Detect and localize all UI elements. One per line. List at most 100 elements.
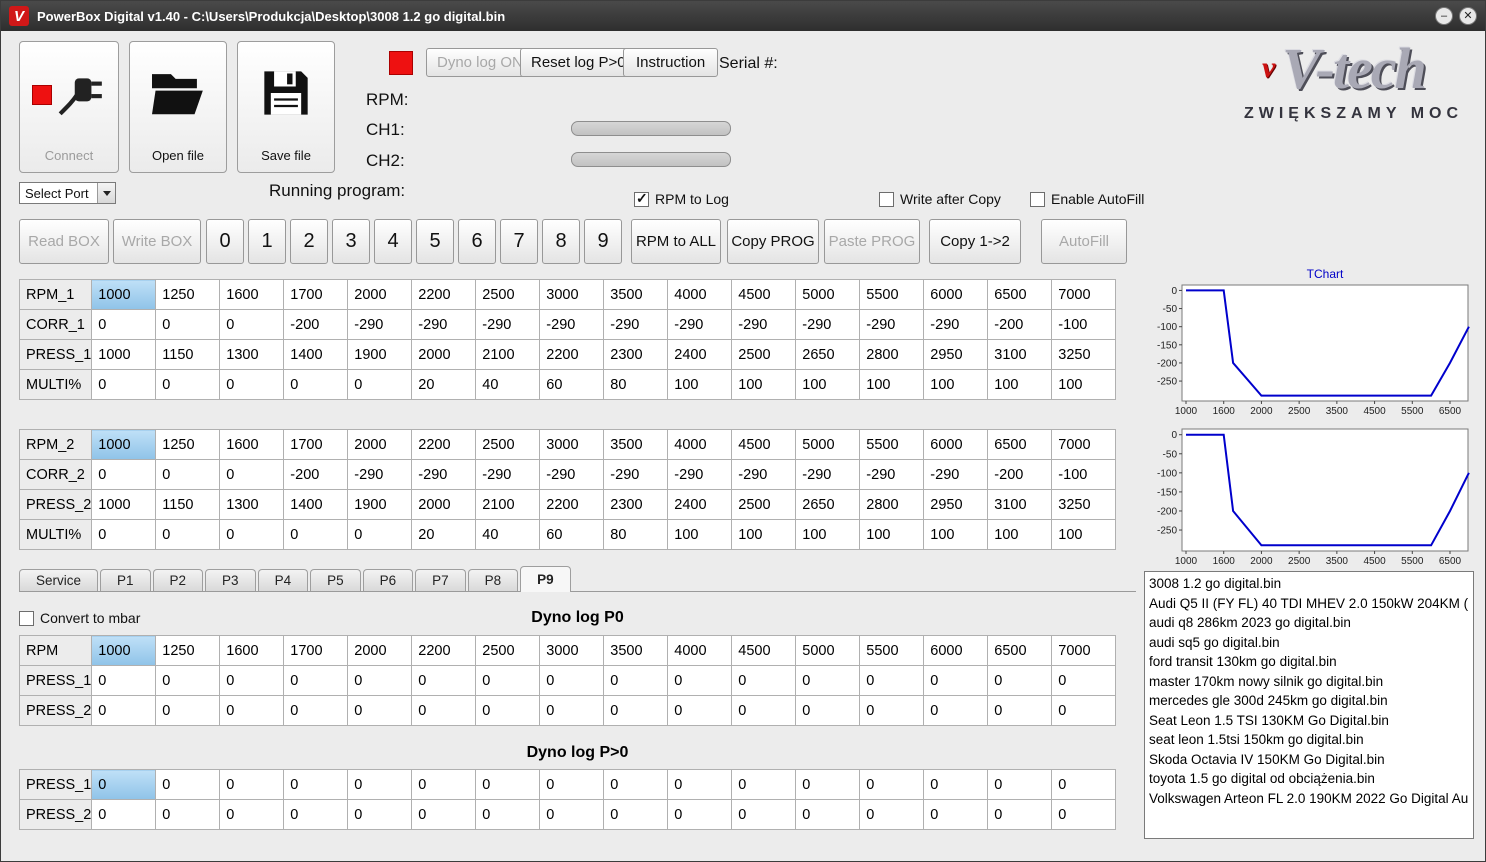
file-list-item[interactable]: Audi Q5 II (FY FL) 40 TDI MHEV 2.0 150kW… [1149,594,1469,614]
grid-cell[interactable]: 4000 [667,635,733,666]
grid-cell[interactable]: 0 [283,799,349,830]
tab-p8[interactable]: P8 [467,569,519,591]
grid-cell[interactable]: 0 [1051,799,1117,830]
grid-cell[interactable]: -290 [923,309,989,340]
grid-cell[interactable]: 100 [795,519,861,550]
grid-cell[interactable]: 0 [155,769,221,800]
checkbox-box[interactable] [879,191,894,207]
grid-cell[interactable]: 40 [475,519,541,550]
grid-cell[interactable]: 1250 [155,635,221,666]
grid-cell[interactable]: 3000 [539,429,605,460]
grid-cell[interactable]: 0 [795,665,861,696]
digit-button-2[interactable]: 2 [290,219,328,264]
grid-cell[interactable]: 100 [731,369,797,400]
grid-cell[interactable]: 0 [155,459,221,490]
grid-cell[interactable]: 1000 [91,339,157,370]
grid-cell[interactable]: -290 [731,459,797,490]
dropdown-arrow-icon[interactable] [97,183,115,203]
grid-cell[interactable]: 4500 [731,429,797,460]
grid-cell[interactable]: 0 [219,309,285,340]
grid-cell[interactable]: -290 [347,309,413,340]
grid-cell[interactable]: 3100 [987,489,1053,520]
file-list-item[interactable]: master 170km nowy silnik go digital.bin [1149,672,1469,692]
grid-cell[interactable]: 0 [283,695,349,726]
grid-cell[interactable]: 3000 [539,279,605,310]
grid-cell[interactable]: 0 [219,459,285,490]
grid-cell[interactable]: -290 [667,309,733,340]
grid-cell[interactable]: 2000 [347,429,413,460]
grid-cell[interactable]: 0 [667,769,733,800]
tab-p9[interactable]: P9 [520,566,571,592]
grid-cell[interactable]: 2100 [475,339,541,370]
grid-cell[interactable]: -200 [283,309,349,340]
grid-cell[interactable]: 0 [155,695,221,726]
grid-cell[interactable]: 0 [603,769,669,800]
autofill-button[interactable]: AutoFill [1041,219,1127,264]
grid-cell[interactable]: 0 [411,799,477,830]
grid-cell[interactable]: -290 [667,459,733,490]
grid-cell[interactable]: 0 [91,369,157,400]
grid-cell[interactable]: 6500 [987,279,1053,310]
digit-button-9[interactable]: 9 [584,219,622,264]
grid-cell[interactable]: 2800 [859,339,925,370]
digit-button-0[interactable]: 0 [206,219,244,264]
digit-button-8[interactable]: 8 [542,219,580,264]
grid-cell[interactable]: 5000 [795,279,861,310]
file-list-item[interactable]: mercedes gle 300d 245km go digital.bin [1149,691,1469,711]
grid-cell[interactable]: -290 [603,459,669,490]
grid-cell[interactable]: 5500 [859,279,925,310]
grid-cell[interactable]: 100 [1051,519,1117,550]
tab-p2[interactable]: P2 [152,569,204,591]
grid-cell[interactable]: 0 [923,665,989,696]
grid-cell[interactable]: 0 [347,769,413,800]
grid-cell[interactable]: 100 [987,369,1053,400]
grid-cell[interactable]: -290 [859,309,925,340]
grid-cell[interactable]: 4500 [731,635,797,666]
grid-cell[interactable]: 2000 [347,279,413,310]
grid-cell[interactable]: 0 [91,695,157,726]
tab-p4[interactable]: P4 [257,569,309,591]
grid-cell[interactable]: 0 [603,799,669,830]
grid-cell[interactable]: 0 [987,799,1053,830]
grid-cell[interactable]: 20 [411,369,477,400]
grid-cell[interactable]: 2500 [731,489,797,520]
connect-button[interactable]: Connect [19,41,119,173]
grid-cell[interactable]: 6500 [987,635,1053,666]
grid-cell[interactable]: 80 [603,369,669,400]
grid-cell[interactable]: 0 [539,769,605,800]
minimize-button[interactable]: – [1435,7,1453,25]
grid-cell[interactable]: 40 [475,369,541,400]
grid-cell[interactable]: 2800 [859,489,925,520]
grid-cell[interactable]: 1400 [283,489,349,520]
rpm-to-log-checkbox[interactable]: RPM to Log [634,190,729,207]
grid-cell[interactable]: 2500 [731,339,797,370]
grid-cell[interactable]: 0 [219,799,285,830]
grid-cell[interactable]: 0 [155,519,221,550]
grid-cell[interactable]: 0 [155,369,221,400]
grid-cell[interactable]: 1600 [219,279,285,310]
grid-cell[interactable]: 6000 [923,635,989,666]
grid-cell[interactable]: 0 [155,309,221,340]
digit-button-5[interactable]: 5 [416,219,454,264]
grid-cell[interactable]: 100 [667,369,733,400]
grid-cell[interactable]: 0 [283,369,349,400]
grid-cell[interactable]: 100 [923,369,989,400]
grid-cell[interactable]: 2100 [475,489,541,520]
grid-cell[interactable]: 60 [539,369,605,400]
grid-cell[interactable]: 7000 [1051,635,1117,666]
grid-cell[interactable]: 0 [667,665,733,696]
grid-cell[interactable]: 1000 [91,429,157,460]
grid-cell[interactable]: 1700 [283,279,349,310]
grid-cell[interactable]: 0 [155,799,221,830]
grid-cell[interactable]: 0 [91,309,157,340]
grid-cell[interactable]: 0 [411,695,477,726]
grid-cell[interactable]: 5000 [795,635,861,666]
checkbox-box[interactable] [1030,191,1045,207]
grid-cell[interactable]: -290 [347,459,413,490]
grid-cell[interactable]: 0 [731,799,797,830]
grid-cell[interactable]: 6000 [923,429,989,460]
file-list-item[interactable]: Skoda Octavia IV 150KM Go Digital.bin [1149,750,1469,770]
grid-cell[interactable]: 0 [987,665,1053,696]
grid-cell[interactable]: 4500 [731,279,797,310]
open-file-button[interactable]: Open file [129,41,227,173]
